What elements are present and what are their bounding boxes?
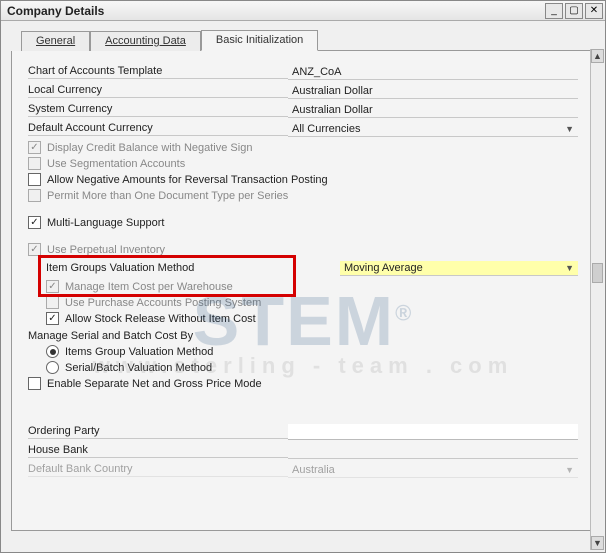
checkbox-use-perpetual-inventory: ✓ <box>28 243 41 256</box>
label-manage-item-cost-wh: Manage Item Cost per Warehouse <box>65 281 233 293</box>
radio-row-items-group-valuation[interactable]: Items Group Valuation Method <box>46 345 578 358</box>
label-default-account-currency: Default Account Currency <box>28 122 288 136</box>
row-ordering-party: Ordering Party <box>28 423 578 441</box>
check-enable-separate-price-mode[interactable]: Enable Separate Net and Gross Price Mode <box>28 377 578 390</box>
dropdown-default-bank-country[interactable]: Australia ▼ <box>288 463 578 478</box>
label-ordering-party: Ordering Party <box>28 425 288 439</box>
dropdown-value-item-groups-valuation: Moving Average <box>344 262 423 274</box>
label-display-credit-neg: Display Credit Balance with Negative Sig… <box>47 142 252 154</box>
label-enable-separate-price-mode: Enable Separate Net and Gross Price Mode <box>47 378 262 390</box>
label-item-groups-valuation: Item Groups Valuation Method <box>46 262 288 275</box>
value-chart-template[interactable]: ANZ_CoA <box>288 65 578 80</box>
label-system-currency: System Currency <box>28 103 288 117</box>
row-house-bank: House Bank <box>28 442 578 460</box>
label-use-purchase-accounts: Use Purchase Accounts Posting System <box>65 297 261 309</box>
dropdown-value-default-bank-country: Australia <box>292 464 335 476</box>
label-radio-items-group-valuation: Items Group Valuation Method <box>65 346 213 358</box>
titlebar: Company Details _ ▢ ✕ <box>1 1 605 21</box>
row-system-currency: System Currency Australian Dollar <box>28 101 578 119</box>
tab-general[interactable]: General <box>21 31 90 51</box>
dropdown-item-groups-valuation[interactable]: Moving Average ▼ <box>340 261 578 276</box>
highlight-target: Item Groups Valuation Method Moving Aver… <box>28 259 578 293</box>
check-use-purchase-accounts: Use Purchase Accounts Posting System <box>46 296 578 309</box>
check-manage-item-cost-wh: ✓ Manage Item Cost per Warehouse <box>46 280 578 293</box>
check-multi-language[interactable]: ✓ Multi-Language Support <box>28 216 578 229</box>
check-use-perpetual-inventory: ✓ Use Perpetual Inventory <box>28 243 578 256</box>
heading-manage-serial-batch: Manage Serial and Batch Cost By <box>28 330 578 342</box>
checkbox-manage-item-cost-wh: ✓ <box>46 280 59 293</box>
scrollbar-vertical[interactable]: ▲ ▼ <box>590 49 604 550</box>
chevron-down-icon: ▼ <box>565 124 574 134</box>
label-allow-negative-reversal: Allow Negative Amounts for Reversal Tran… <box>47 174 328 186</box>
checkbox-enable-separate-price-mode[interactable] <box>28 377 41 390</box>
label-chart-template: Chart of Accounts Template <box>28 65 288 79</box>
checkbox-use-segmentation <box>28 157 41 170</box>
minimize-button[interactable]: _ <box>545 3 563 19</box>
dropdown-value-default-account-currency: All Currencies <box>292 123 360 135</box>
basic-initialization-pane: STEM® www.sterling - team . com Chart of… <box>11 51 595 531</box>
checkbox-permit-multi-doctype <box>28 189 41 202</box>
maximize-button[interactable]: ▢ <box>565 3 583 19</box>
row-default-account-currency: Default Account Currency All Currencies … <box>28 120 578 138</box>
label-allow-stock-release: Allow Stock Release Without Item Cost <box>65 313 256 325</box>
checkbox-multi-language[interactable]: ✓ <box>28 216 41 229</box>
row-chart-template: Chart of Accounts Template ANZ_CoA <box>28 63 578 81</box>
dropdown-default-account-currency[interactable]: All Currencies ▼ <box>288 122 578 137</box>
value-local-currency[interactable]: Australian Dollar <box>288 84 578 99</box>
chevron-down-icon: ▼ <box>565 263 574 273</box>
checkbox-display-credit-neg: ✓ <box>28 141 41 154</box>
tabstrip: General Accounting Data Basic Initializa… <box>21 29 595 51</box>
scroll-up-button[interactable]: ▲ <box>591 49 604 63</box>
label-default-bank-country: Default Bank Country <box>28 463 288 477</box>
check-use-segmentation: Use Segmentation Accounts <box>28 157 578 170</box>
check-allow-stock-release[interactable]: ✓ Allow Stock Release Without Item Cost <box>46 312 578 325</box>
label-use-segmentation: Use Segmentation Accounts <box>47 158 185 170</box>
radio-items-group-valuation[interactable] <box>46 345 59 358</box>
value-system-currency[interactable]: Australian Dollar <box>288 103 578 118</box>
tab-accounting-data[interactable]: Accounting Data <box>90 31 201 51</box>
check-permit-multi-doctype: Permit More than One Document Type per S… <box>28 189 578 202</box>
scroll-track[interactable] <box>591 63 604 536</box>
label-multi-language: Multi-Language Support <box>47 217 164 229</box>
scroll-down-button[interactable]: ▼ <box>591 536 604 550</box>
row-item-groups-valuation: Item Groups Valuation Method Moving Aver… <box>46 259 578 277</box>
value-house-bank[interactable] <box>288 444 578 459</box>
label-house-bank: House Bank <box>28 444 288 458</box>
scroll-thumb[interactable] <box>592 263 603 283</box>
radio-serial-batch-valuation[interactable] <box>46 361 59 374</box>
radio-row-serial-batch-valuation[interactable]: Serial/Batch Valuation Method <box>46 361 578 374</box>
chevron-down-icon: ▼ <box>565 465 574 475</box>
label-local-currency: Local Currency <box>28 84 288 98</box>
checkbox-allow-stock-release[interactable]: ✓ <box>46 312 59 325</box>
close-button[interactable]: ✕ <box>585 3 603 19</box>
input-ordering-party[interactable] <box>288 424 578 440</box>
content-area: General Accounting Data Basic Initializa… <box>1 21 605 552</box>
window-title: Company Details <box>7 4 104 18</box>
tab-basic-initialization[interactable]: Basic Initialization <box>201 30 318 51</box>
checkbox-allow-negative-reversal[interactable] <box>28 173 41 186</box>
window-controls: _ ▢ ✕ <box>543 3 603 19</box>
label-radio-serial-batch-valuation: Serial/Batch Valuation Method <box>65 362 212 374</box>
company-details-window: Company Details _ ▢ ✕ General Accounting… <box>0 0 606 553</box>
checkbox-use-purchase-accounts <box>46 296 59 309</box>
row-default-bank-country: Default Bank Country Australia ▼ <box>28 461 578 479</box>
row-local-currency: Local Currency Australian Dollar <box>28 82 578 100</box>
check-display-credit-neg: ✓ Display Credit Balance with Negative S… <box>28 141 578 154</box>
check-allow-negative-reversal[interactable]: Allow Negative Amounts for Reversal Tran… <box>28 173 578 186</box>
label-permit-multi-doctype: Permit More than One Document Type per S… <box>47 190 288 202</box>
label-use-perpetual-inventory: Use Perpetual Inventory <box>47 244 165 256</box>
